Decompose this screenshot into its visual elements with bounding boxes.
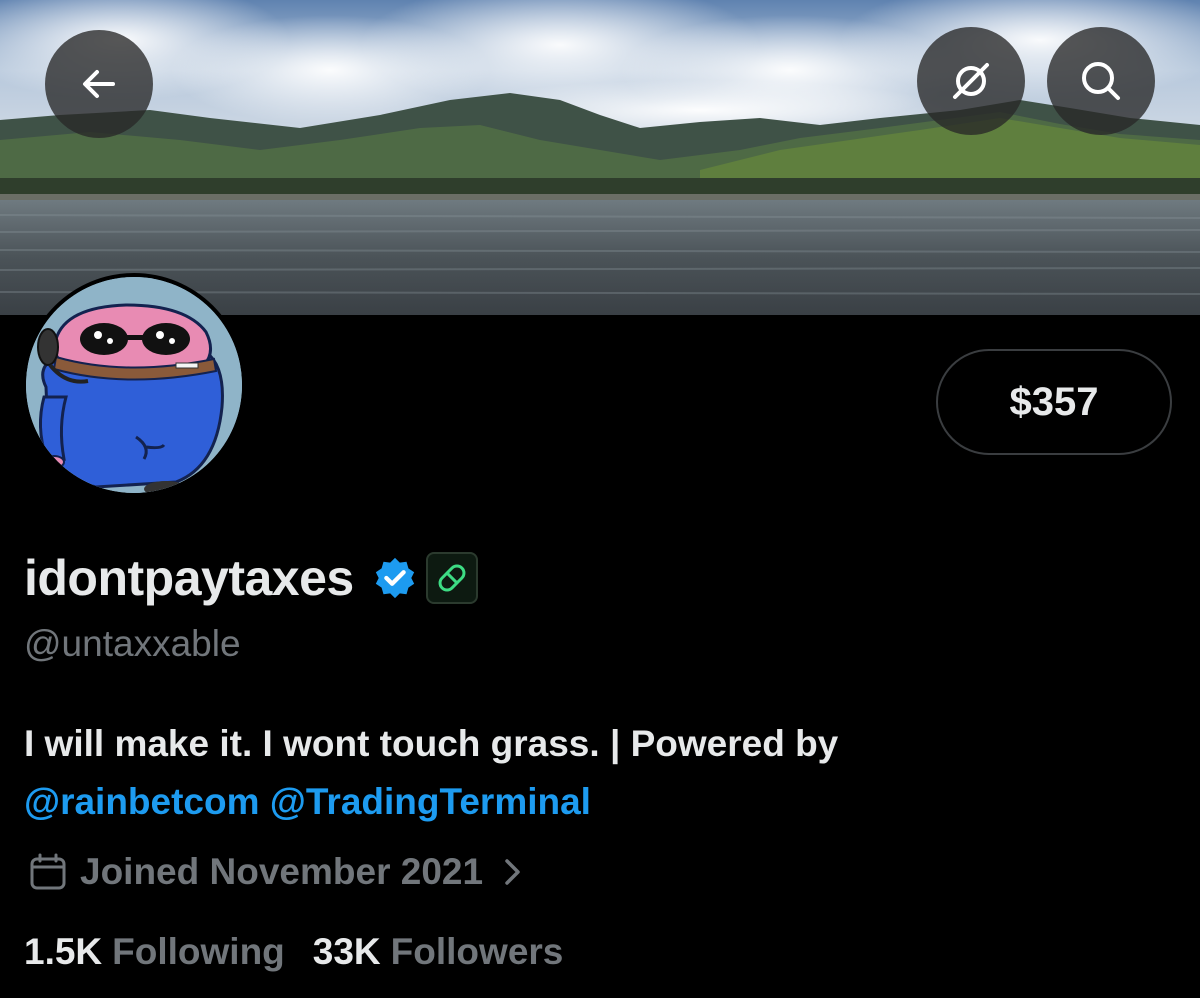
verified-badge-icon[interactable] [372, 555, 418, 601]
pill-badge[interactable] [425, 552, 478, 604]
bio-mention-tradingterminal[interactable]: @TradingTerminal [270, 781, 591, 822]
grok-button[interactable] [917, 27, 1025, 135]
pill-icon [438, 564, 466, 592]
profile-avatar[interactable] [22, 273, 246, 497]
joined-date-text: Joined November 2021 [80, 851, 484, 892]
price-button-label: $357 [1009, 379, 1099, 424]
back-arrow-icon [83, 70, 115, 98]
search-icon [1082, 62, 1120, 100]
price-button[interactable]: $357 [936, 349, 1172, 455]
followers-count: 33K [312, 931, 381, 972]
grok-icon [953, 63, 989, 99]
followers-label: Followers [390, 931, 564, 972]
joined-date-row[interactable]: Joined November 2021 [28, 846, 525, 898]
avatar-image [26, 277, 242, 493]
profile-bio: I will make it. I wont touch grass. | Po… [24, 715, 1164, 831]
pepe-avatar-illustration [26, 277, 242, 493]
following-label: Following [112, 931, 285, 972]
search-button[interactable] [1047, 27, 1155, 135]
display-name: idontpaytaxes [24, 550, 354, 606]
user-handle: @untaxxable [24, 623, 241, 664]
following-count: 1.5K [24, 931, 103, 972]
calendar-icon [30, 853, 66, 890]
profile-banner[interactable] [0, 0, 1200, 315]
follow-stats: 1.5K Following 33K Followers [24, 926, 563, 978]
back-button[interactable] [45, 30, 153, 138]
banner-landscape-image [0, 0, 1200, 315]
followers-stat[interactable]: 33K Followers [313, 931, 564, 973]
display-name-row: idontpaytaxes [24, 546, 478, 610]
bio-mention-rainbetcom[interactable]: @rainbetcom [24, 781, 260, 822]
bio-text: I will make it. I wont touch grass. | Po… [24, 723, 839, 764]
chevron-right-icon [505, 859, 520, 885]
profile-page: $357 idontpaytaxes @untaxxable I will ma… [0, 0, 1200, 998]
following-stat[interactable]: 1.5K Following [24, 931, 285, 973]
